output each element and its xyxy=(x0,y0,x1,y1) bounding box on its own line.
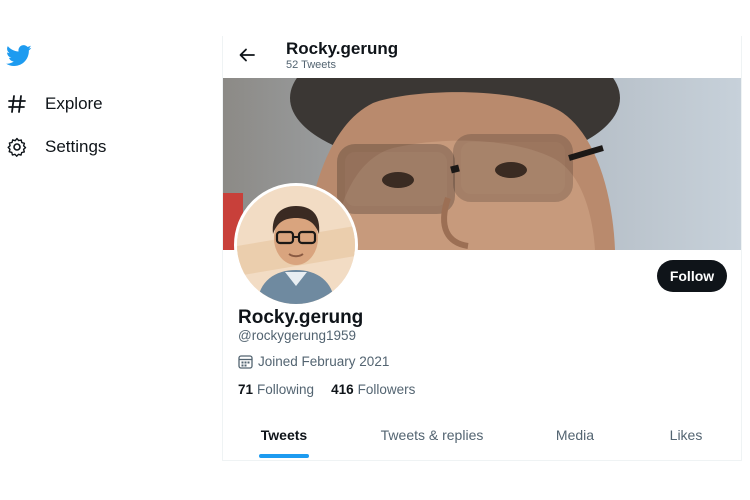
followers-count: 416 xyxy=(331,382,354,397)
following-link[interactable]: 71 Following xyxy=(238,382,314,397)
active-tab-indicator xyxy=(259,454,309,458)
left-navigation: Explore Settings xyxy=(0,0,220,500)
gear-icon xyxy=(6,136,28,158)
profile-name: Rocky.gerung xyxy=(238,307,364,328)
follow-button[interactable]: Follow xyxy=(657,260,727,292)
tab-media[interactable]: Media xyxy=(519,416,631,460)
follow-stats: 71 Following 416 Followers xyxy=(238,382,432,397)
profile-tabs: Tweets Tweets & replies Media Likes xyxy=(223,416,741,460)
joined-text: Joined February 2021 xyxy=(258,354,390,369)
joined-date: Joined February 2021 xyxy=(238,354,389,369)
following-count: 71 xyxy=(238,382,254,397)
profile-avatar[interactable] xyxy=(234,183,358,307)
tab-likes[interactable]: Likes xyxy=(631,416,741,460)
tab-label: Likes xyxy=(669,427,703,443)
profile-panel: Rocky.gerung 52 Tweets Follow Rocky.geru… xyxy=(222,36,742,461)
sidebar-item-settings[interactable]: Settings xyxy=(6,134,106,160)
header-profile-name: Rocky.gerung xyxy=(286,39,399,58)
sidebar-item-explore[interactable]: Explore xyxy=(6,91,103,117)
arrow-left-icon[interactable] xyxy=(235,44,259,66)
tab-tweets[interactable]: Tweets xyxy=(223,416,345,460)
profile-handle: @rockygerung1959 xyxy=(238,328,357,343)
tweet-count: 52 Tweets xyxy=(286,59,336,71)
tab-tweets-and-replies[interactable]: Tweets & replies xyxy=(345,416,519,460)
tab-label: Tweets xyxy=(260,427,308,443)
sidebar-item-label: Settings xyxy=(45,137,107,156)
twitter-bird-icon[interactable] xyxy=(5,45,32,67)
followers-label: Followers xyxy=(357,382,416,397)
profile-header-bar: Rocky.gerung 52 Tweets xyxy=(223,36,741,78)
sidebar-item-label: Explore xyxy=(45,94,103,113)
calendar-icon xyxy=(238,354,253,369)
hashtag-icon xyxy=(6,93,28,115)
tab-label: Media xyxy=(555,427,595,443)
followers-link[interactable]: 416 Followers xyxy=(331,382,415,397)
tab-label: Tweets & replies xyxy=(380,427,484,443)
following-label: Following xyxy=(257,382,315,397)
